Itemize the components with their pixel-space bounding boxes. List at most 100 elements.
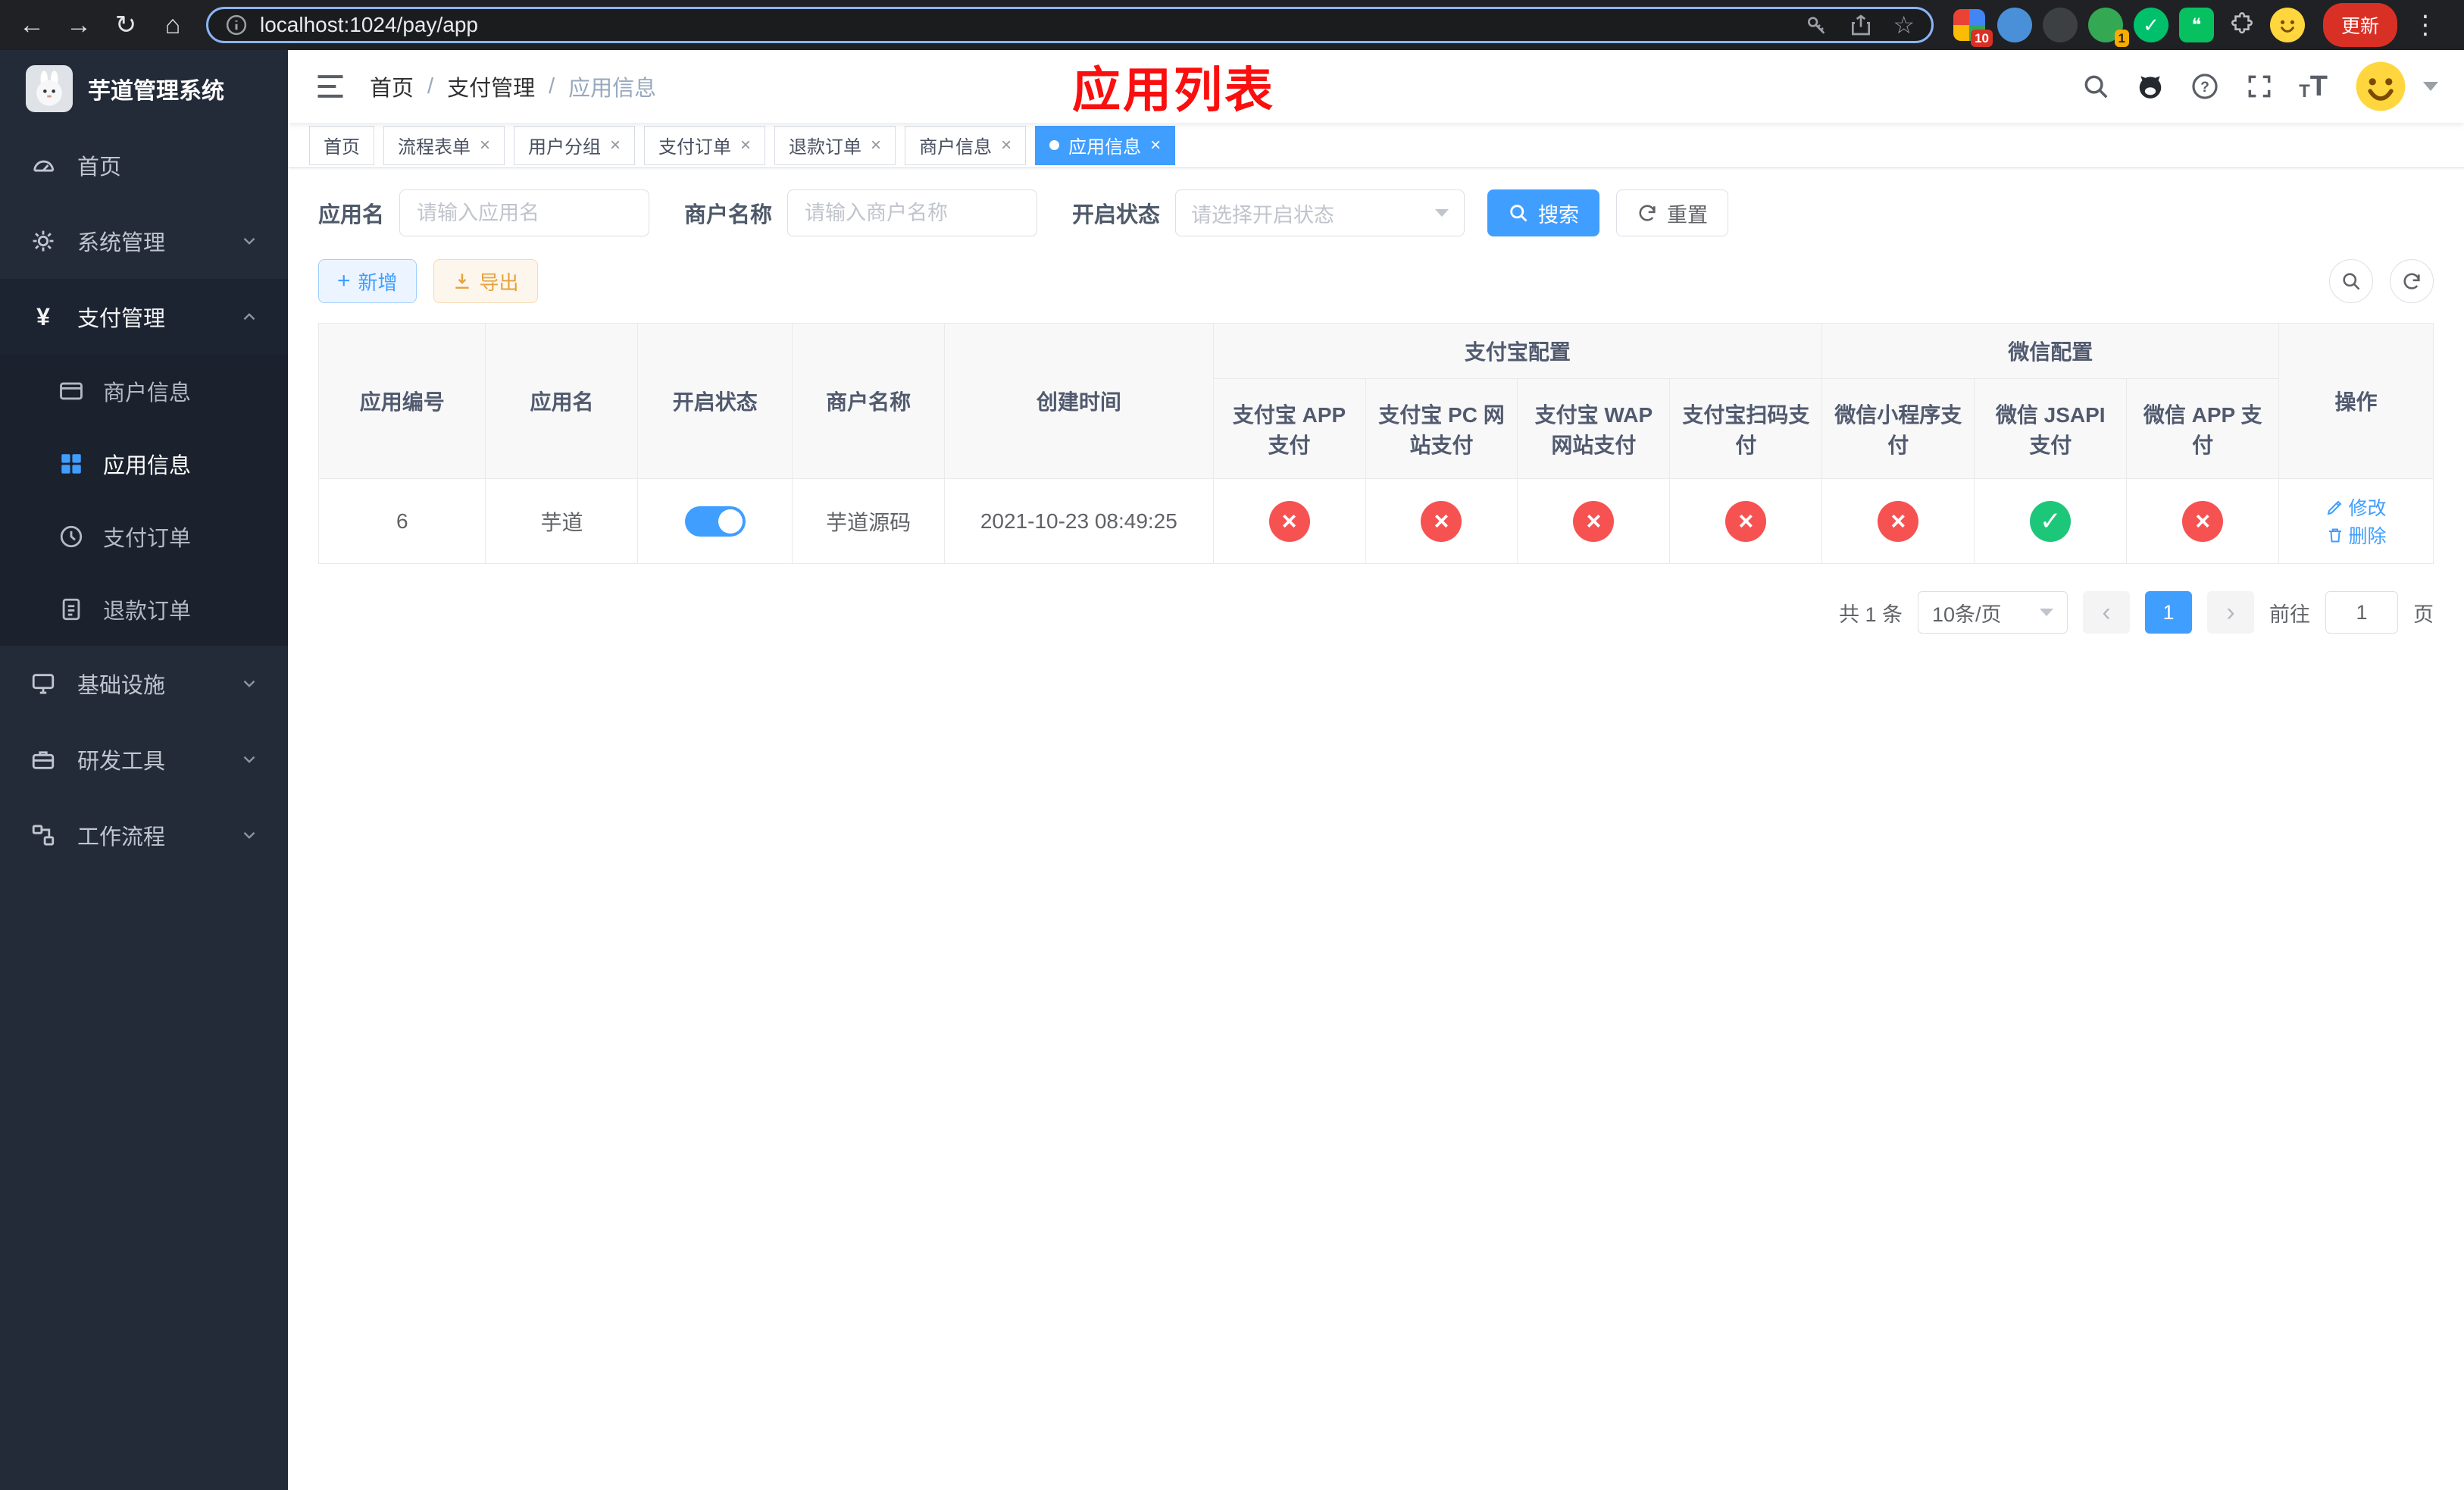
sidebar-collapse-icon[interactable] [314,70,347,103]
forward-icon[interactable]: → [58,4,100,46]
breadcrumb-home[interactable]: 首页 [370,70,414,102]
refresh-table-button[interactable] [2390,259,2434,303]
status-select[interactable]: 请选择开启状态 [1175,189,1465,236]
filter-form: 应用名 商户名称 开启状态 请选择开启状态 搜索 [318,189,2434,236]
tab-user-group[interactable]: 用户分组 × [514,125,636,165]
extension-chat-icon[interactable]: ❝ [2179,8,2214,42]
extension-dark-icon[interactable] [2043,8,2078,42]
status-select-placeholder: 请选择开启状态 [1191,203,1335,227]
cell-alipay-wap: × [1517,478,1671,564]
next-page-button[interactable]: › [2207,591,2254,634]
tab-home[interactable]: 首页 [309,125,374,165]
sidebar-item-system[interactable]: 系统管理 [0,203,288,279]
goto-page-input[interactable] [2325,591,2398,634]
tab-close-icon[interactable]: × [1150,136,1161,155]
fullscreen-icon[interactable] [2244,71,2275,102]
app-logo: 芋道管理系统 [0,50,288,127]
export-button[interactable]: 导出 [433,259,538,303]
page-size-select[interactable]: 10条/页 [1918,591,2068,634]
sidebar-item-label: 支付管理 [77,307,166,331]
edit-link[interactable]: 修改 [2326,493,2387,521]
key-icon[interactable] [1805,13,1829,37]
chevron-down-icon [239,750,259,769]
extension-check-icon[interactable]: ✓ [2134,8,2169,42]
extension-badge: 10 [1971,30,1993,47]
tab-merchant-info[interactable]: 商户信息 × [905,125,1027,165]
merchant-input[interactable] [787,189,1038,236]
sidebar-item-dev-tools[interactable]: 研发工具 [0,722,288,797]
sidebar-item-app-info[interactable]: 应用信息 [0,427,288,500]
tab-close-icon[interactable]: × [871,136,881,155]
page-annotation: 应用列表 [1072,63,1275,117]
sidebar-item-pay-order[interactable]: 支付订单 [0,500,288,573]
sidebar-item-home[interactable]: 首页 [0,127,288,203]
channel-status-icon: × [2182,500,2224,542]
sidebar-item-merchant-info[interactable]: 商户信息 [0,355,288,427]
tab-app-info[interactable]: 应用信息 × [1035,125,1176,165]
font-size-icon[interactable]: TT [2299,72,2328,101]
browser-menu-icon[interactable]: ⋮ [2412,10,2438,40]
status-toggle[interactable] [684,506,746,537]
chevron-down-icon [239,825,259,845]
col-alipay-qr: 支付宝扫码支付 [1669,378,1823,479]
table-row: 6 芋道 芋道源码 2021-10-23 08:49:25 × × × × × … [317,478,2434,564]
tab-close-icon[interactable]: × [610,136,621,155]
navbar-actions: ? TT [2081,58,2438,115]
delete-link[interactable]: 删除 [2326,521,2387,549]
add-button[interactable]: + 新增 [318,259,417,303]
extension-blue-icon[interactable] [1997,8,2032,42]
col-alipay-pc: 支付宝 PC 网站支付 [1365,378,1518,479]
refresh-icon[interactable]: ↻ [105,4,147,46]
bookmark-star-icon[interactable]: ☆ [1893,11,1915,39]
cell-wx-mini: × [1821,478,1975,564]
tab-close-icon[interactable]: × [740,136,751,155]
tab-refund-order[interactable]: 退款订单 × [774,125,896,165]
prev-page-button[interactable]: ‹ [2083,591,2130,634]
tab-close-icon[interactable]: × [1001,136,1012,155]
yen-icon: ¥ [36,302,50,330]
share-icon[interactable] [1849,13,1873,37]
monitor-icon [29,671,58,696]
col-app-id: 应用编号 [317,323,486,479]
col-group-alipay: 支付宝配置 [1212,323,1823,379]
page-size-value: 10条/页 [1932,603,2002,626]
screen: ← → ↻ ⌂ localhost:1024/pay/app ☆ 10 1 ✓ … [0,0,2464,1490]
sidebar-item-infrastructure[interactable]: 基础设施 [0,646,288,722]
app-name-input[interactable] [399,189,650,236]
edit-link-label: 修改 [2348,497,2387,519]
avatar-dropdown-caret[interactable] [2423,82,2438,91]
extensions-puzzle-icon[interactable] [2225,8,2259,42]
show-search-button[interactable] [2329,259,2373,303]
site-info-icon[interactable] [225,14,248,36]
pagination-total: 共 1 条 [1838,603,1903,626]
browser-update-button[interactable]: 更新 [2323,3,2398,47]
tab-label: 退款订单 [789,137,862,158]
help-icon[interactable]: ? [2190,71,2220,102]
back-icon[interactable]: ← [11,4,53,46]
cell-created: 2021-10-23 08:49:25 [944,478,1214,564]
tab-close-icon[interactable]: × [480,136,490,155]
sidebar-item-workflow[interactable]: 工作流程 [0,797,288,873]
reset-button[interactable]: 重置 [1616,189,1729,236]
add-button-label: 新增 [358,271,398,294]
user-avatar[interactable] [2352,58,2409,115]
browser-profile-avatar[interactable] [2270,8,2305,42]
search-icon[interactable] [2081,71,2111,102]
search-button[interactable]: 搜索 [1487,189,1600,236]
tab-process-form[interactable]: 流程表单 × [383,125,505,165]
github-icon[interactable] [2135,71,2165,102]
tab-label: 流程表单 [398,137,471,158]
breadcrumb-separator: / [549,74,555,99]
url-bar[interactable]: localhost:1024/pay/app ☆ [206,7,1934,43]
pagination: 共 1 条 10条/页 ‹ 1 › 前往 页 [318,591,2434,634]
home-icon[interactable]: ⌂ [152,4,194,46]
breadcrumb-payment[interactable]: 支付管理 [447,70,535,102]
extension-grid-icon[interactable]: 10 [1952,8,1993,47]
page-number-button[interactable]: 1 [2145,591,2192,634]
sidebar-item-refund-order[interactable]: 退款订单 [0,573,288,646]
tab-pay-order[interactable]: 支付订单 × [644,125,766,165]
sidebar-item-payment[interactable]: ¥ 支付管理 [0,279,288,355]
url-text: localhost:1024/pay/app [260,13,478,36]
sidebar: 芋道管理系统 首页 系统管理 ¥ 支付管理 商户信息 应用信息 支付订单 退款订… [0,50,288,1490]
extension-avatar-icon[interactable]: 1 [2088,8,2129,47]
